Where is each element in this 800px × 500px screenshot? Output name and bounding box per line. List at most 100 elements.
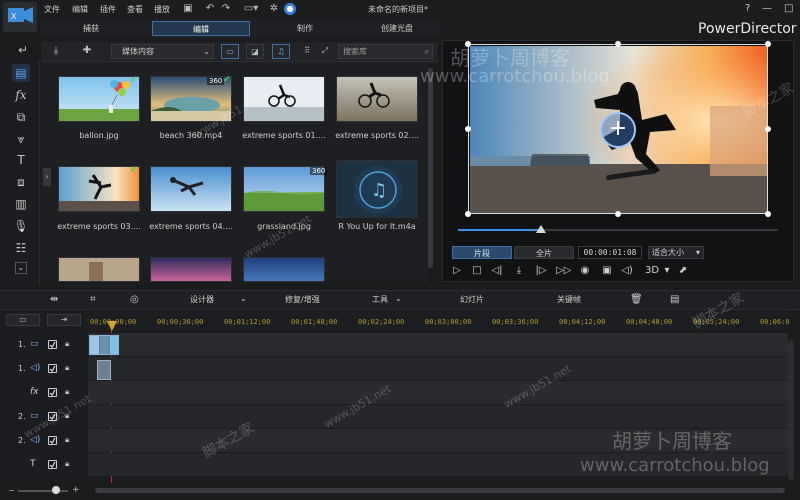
- lock-icon[interactable]: 🔒︎: [65, 459, 69, 469]
- track-lane[interactable]: [88, 357, 788, 380]
- clip-mode-button[interactable]: 片段: [452, 246, 512, 259]
- media-thumb[interactable]: [58, 76, 140, 122]
- track-enable-checkbox[interactable]: [48, 436, 57, 445]
- media-thumb[interactable]: [243, 257, 325, 282]
- title-room-icon[interactable]: T: [12, 151, 30, 169]
- tab-edit[interactable]: 编辑: [152, 21, 250, 36]
- filter-image-button[interactable]: ◪: [246, 44, 264, 59]
- zoom-out-icon[interactable]: −: [8, 486, 15, 495]
- delete-icon[interactable]: 🗑: [630, 294, 643, 305]
- movie-mode-button[interactable]: 全片: [514, 246, 574, 259]
- chevron-down-icon[interactable]: ⌄: [395, 294, 402, 303]
- search-input[interactable]: 搜索库 ⌕: [338, 44, 433, 59]
- filter-video-button[interactable]: ▭: [221, 44, 239, 59]
- fx-room-icon[interactable]: fx: [12, 86, 30, 104]
- particle-room-icon[interactable]: ⩔: [12, 130, 30, 148]
- stop-icon[interactable]: □: [470, 264, 484, 278]
- zoom-in-icon[interactable]: +: [72, 485, 80, 495]
- undock-icon[interactable]: ▣: [600, 264, 614, 278]
- media-thumb[interactable]: [58, 257, 140, 282]
- color-icon[interactable]: ◎: [130, 294, 139, 305]
- fix-enhance-button[interactable]: 修复/增强: [285, 294, 320, 305]
- lock-icon[interactable]: 🔒︎: [65, 363, 69, 373]
- tools-button[interactable]: 工具: [372, 294, 388, 305]
- settings-icon[interactable]: ✲: [268, 3, 280, 15]
- menu-file[interactable]: 文件: [44, 4, 60, 15]
- crop-icon[interactable]: ⌗: [90, 294, 96, 305]
- expand-icon[interactable]: ⤢: [316, 44, 334, 59]
- move-center-icon[interactable]: +: [600, 112, 636, 148]
- keyframe-button[interactable]: 关键帧: [557, 294, 581, 305]
- maximize-button[interactable]: □: [784, 3, 793, 14]
- menu-plugins[interactable]: 插件: [100, 4, 116, 15]
- tab-capture[interactable]: 捕获: [58, 21, 124, 36]
- resize-handle[interactable]: [465, 126, 471, 132]
- grid-view-icon[interactable]: ⠿: [298, 44, 316, 59]
- tab-create-disc[interactable]: 创建光盘: [362, 21, 432, 36]
- tab-produce[interactable]: 制作: [270, 21, 340, 36]
- track-enable-checkbox[interactable]: [48, 364, 57, 373]
- play-icon[interactable]: ▷: [450, 264, 464, 278]
- zoom-fit-dropdown[interactable]: 适合大小 ▾: [648, 246, 704, 259]
- media-thumb[interactable]: [58, 166, 140, 212]
- track-lane[interactable]: [88, 333, 788, 356]
- 3d-toggle[interactable]: 3D: [642, 264, 662, 278]
- media-room-icon[interactable]: ▤: [12, 64, 30, 82]
- resize-handle[interactable]: [615, 211, 621, 217]
- chevron-down-icon[interactable]: ▾: [660, 264, 674, 278]
- lock-icon[interactable]: 🔒︎: [65, 387, 69, 397]
- chapter-room-icon[interactable]: ☷: [12, 239, 30, 257]
- resize-handle[interactable]: [765, 126, 771, 132]
- media-thumb[interactable]: [336, 76, 418, 122]
- transition-room-icon[interactable]: ⧈: [12, 173, 30, 191]
- designer-button[interactable]: 设计器: [190, 294, 214, 305]
- pip-room-icon[interactable]: ⧉: [12, 108, 30, 126]
- media-thumb[interactable]: [150, 257, 232, 282]
- audio-clip[interactable]: [97, 360, 111, 380]
- media-type-dropdown[interactable]: 媒体内容 ⌄: [111, 44, 214, 59]
- volume-icon[interactable]: ◁): [620, 264, 634, 278]
- track-enable-checkbox[interactable]: [48, 388, 57, 397]
- lock-icon[interactable]: 🔒︎: [65, 435, 69, 445]
- more-icon[interactable]: ▤: [670, 294, 679, 305]
- next-frame-icon[interactable]: ⤓: [512, 264, 526, 278]
- track-enable-checkbox[interactable]: [48, 340, 57, 349]
- library-scrollbar-thumb[interactable]: [428, 68, 433, 268]
- zoom-slider-track[interactable]: [18, 490, 68, 492]
- snapshot-icon[interactable]: ◉: [578, 264, 592, 278]
- chevron-down-icon[interactable]: ⌄: [15, 262, 27, 274]
- resize-handle[interactable]: [765, 211, 771, 217]
- track-manager-icon[interactable]: ▭: [6, 314, 40, 326]
- step-forward-icon[interactable]: |▷: [534, 264, 548, 278]
- slideshow-button[interactable]: 幻灯片: [460, 294, 484, 305]
- external-display-icon[interactable]: ⬈: [676, 264, 690, 278]
- screen-icon[interactable]: ▭▾: [242, 3, 260, 15]
- preview-scrubber[interactable]: [536, 225, 546, 233]
- track-lane[interactable]: [88, 381, 788, 404]
- lock-icon[interactable]: 🔒︎: [65, 339, 69, 349]
- filter-audio-button[interactable]: ♫: [272, 44, 290, 59]
- fit-timeline-icon[interactable]: ⇥: [47, 314, 81, 326]
- collapse-panel-button[interactable]: ›: [43, 168, 51, 186]
- plugin-icon[interactable]: ✚: [78, 45, 96, 57]
- voice-over-icon[interactable]: 🎙: [12, 217, 30, 235]
- import-media-icon[interactable]: ⤓: [50, 45, 62, 57]
- media-thumb-audio[interactable]: ♫: [336, 160, 418, 218]
- timeline-vscrollbar[interactable]: [788, 340, 794, 480]
- split-icon[interactable]: ⇹: [50, 294, 58, 305]
- timecode-display[interactable]: 00:00:01:08: [578, 246, 642, 259]
- media-thumb[interactable]: [150, 166, 232, 212]
- resize-handle[interactable]: [615, 41, 621, 47]
- import-icon[interactable]: ↵: [14, 41, 32, 59]
- fast-forward-icon[interactable]: ▷▷: [556, 264, 571, 278]
- minimize-button[interactable]: —: [762, 3, 772, 14]
- zoom-slider-thumb[interactable]: [52, 486, 60, 494]
- redo-icon[interactable]: ↷: [220, 3, 232, 15]
- menu-play[interactable]: 播放: [154, 4, 170, 15]
- previous-frame-icon[interactable]: ◁|: [490, 264, 504, 278]
- timeline-hscrollbar[interactable]: [95, 488, 785, 493]
- resize-handle[interactable]: [465, 211, 471, 217]
- user-icon[interactable]: ●: [284, 3, 296, 15]
- menu-edit[interactable]: 编辑: [72, 4, 88, 15]
- save-icon[interactable]: ▣: [182, 3, 194, 15]
